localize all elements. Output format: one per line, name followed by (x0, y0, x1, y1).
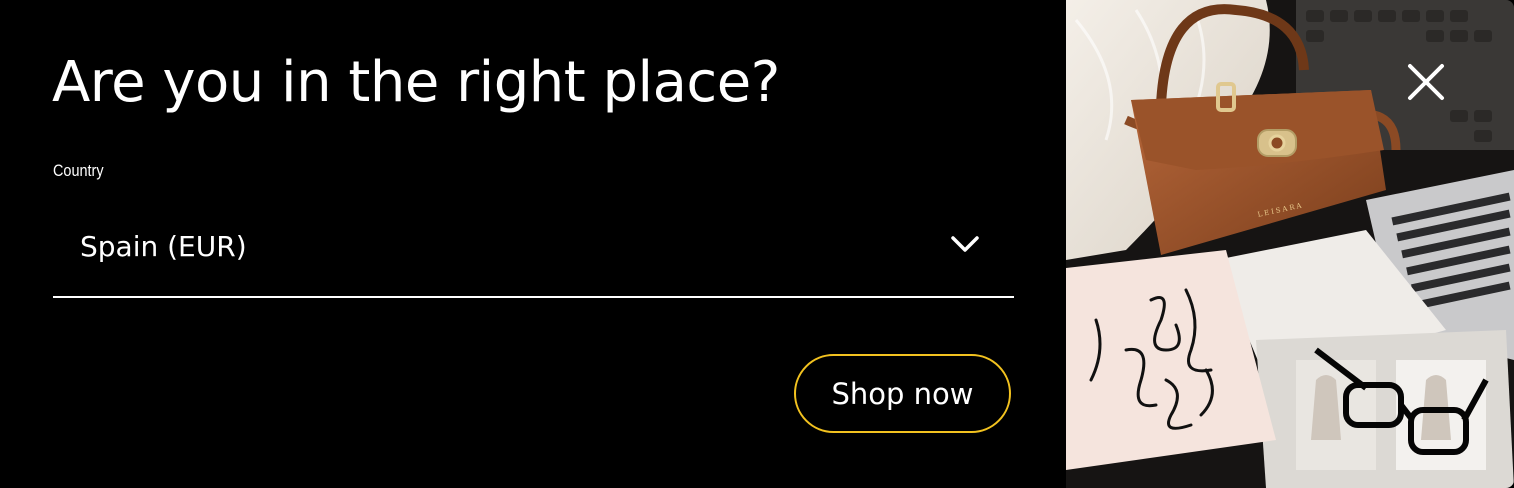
chevron-down-icon (951, 236, 979, 252)
dialog-title: Are you in the right place? (52, 50, 780, 115)
lifestyle-photo: LEISARA (1066, 0, 1514, 488)
country-select[interactable]: Spain (EUR) (53, 212, 1014, 298)
shop-now-button[interactable]: Shop now (794, 354, 1011, 433)
selected-country: Spain (EUR) (80, 230, 247, 263)
region-dialog: Are you in the right place? Country Spai… (0, 0, 1514, 488)
country-label: Country (53, 161, 104, 180)
close-icon[interactable] (1406, 62, 1446, 102)
dialog-content: Are you in the right place? Country Spai… (0, 0, 1066, 488)
product-image: LEISARA (1066, 0, 1514, 488)
